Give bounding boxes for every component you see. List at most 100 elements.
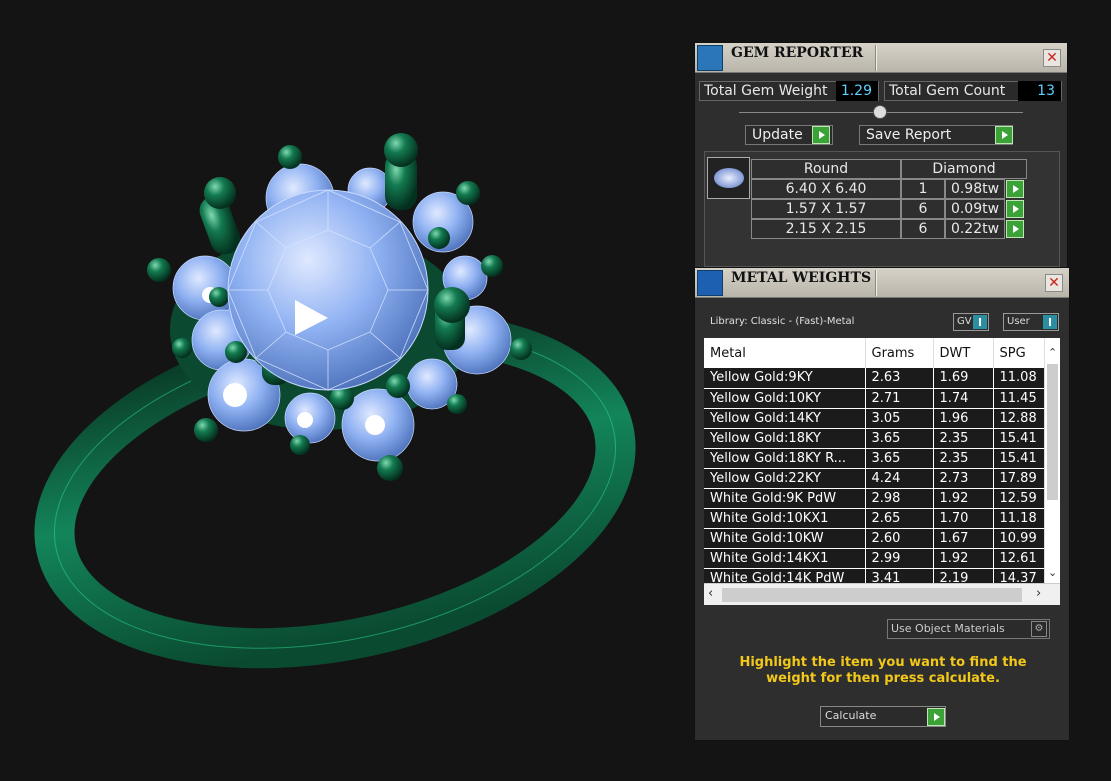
dwt-cell: 2.35 <box>933 428 994 449</box>
metal-cell: Yellow Gold:10KY <box>704 388 866 409</box>
metal-weights-icon <box>697 270 723 296</box>
toggle-icon <box>1043 315 1057 329</box>
gear-icon: ⚙ <box>1031 621 1047 637</box>
column-header[interactable]: DWT <box>933 338 994 368</box>
metal-weights-panel: METAL WEIGHTS ✕ Library: Classic - (Fast… <box>694 267 1070 741</box>
table-row[interactable]: Yellow Gold:14KY 3.05 1.96 12.88 <box>704 408 1053 429</box>
library-label: Library: Classic - (Fast)-Metal <box>710 316 855 327</box>
gem-reporter-titlebar[interactable]: GEM REPORTER ✕ <box>695 43 1067 73</box>
save-report-button[interactable]: Save Report <box>859 125 1013 145</box>
instruction-text: Highlight the item you want to find the … <box>739 655 1027 686</box>
grams-cell: 3.65 <box>865 448 934 469</box>
play-icon[interactable] <box>1006 200 1024 218</box>
table-row[interactable]: Yellow Gold:9KY 2.63 1.69 11.08 <box>704 368 1053 389</box>
gv-toggle[interactable]: GV <box>953 313 989 331</box>
table-header-row: Metal Grams DWT SPG <box>704 338 1053 368</box>
close-icon[interactable]: ✕ <box>1045 274 1063 292</box>
gem-material-header: Diamond <box>901 159 1027 179</box>
close-icon[interactable]: ✕ <box>1043 49 1061 67</box>
grams-cell: 4.24 <box>865 468 934 489</box>
dwt-cell: 1.67 <box>933 528 994 549</box>
gem-reporter-panel: GEM REPORTER ✕ Total Gem Weight 1.29 Tot… <box>694 42 1068 272</box>
gem-weight: 0.98tw <box>945 179 1005 199</box>
title-separator <box>875 270 877 296</box>
metal-cell: Yellow Gold:18KY R... <box>704 448 866 469</box>
user-toggle[interactable]: User <box>1003 313 1059 331</box>
grams-cell: 2.60 <box>865 528 934 549</box>
calculate-label: Calculate <box>825 709 877 722</box>
table-row[interactable]: White Gold:10KW 2.60 1.67 10.99 <box>704 528 1053 549</box>
vertical-scrollbar[interactable]: ⌃ ⌄ <box>1044 338 1060 589</box>
user-label: User <box>1007 316 1030 327</box>
grams-cell: 2.65 <box>865 508 934 529</box>
scroll-down-icon[interactable]: ⌄ <box>1048 566 1057 579</box>
play-icon[interactable] <box>995 126 1013 144</box>
collapse-toggle-icon[interactable] <box>873 105 887 119</box>
dwt-cell: 1.92 <box>933 488 994 509</box>
gem-reporter-icon <box>697 45 723 71</box>
scroll-thumb[interactable] <box>1047 364 1058 500</box>
horizontal-scrollbar[interactable]: ‹ › <box>704 583 1060 605</box>
grams-cell: 2.98 <box>865 488 934 509</box>
3d-viewport[interactable] <box>0 0 690 777</box>
gem-size[interactable]: 6.40 X 6.40 <box>751 179 901 199</box>
metal-cell: Yellow Gold:9KY <box>704 368 866 389</box>
table-row[interactable]: Yellow Gold:18KY 3.65 2.35 15.41 <box>704 428 1053 449</box>
grams-cell: 2.63 <box>865 368 934 389</box>
metal-cell: Yellow Gold:22KY <box>704 468 866 489</box>
scroll-up-icon[interactable]: ⌃ <box>1048 346 1057 359</box>
dwt-cell: 1.74 <box>933 388 994 409</box>
play-icon[interactable] <box>1006 180 1024 198</box>
gem-count: 1 <box>901 179 945 199</box>
table-row[interactable]: White Gold:10KX1 2.65 1.70 11.18 <box>704 508 1053 529</box>
metal-weights-title: METAL WEIGHTS <box>731 270 872 286</box>
total-gem-weight-value: 1.29 <box>836 81 878 101</box>
gem-size[interactable]: 2.15 X 2.15 <box>751 219 901 239</box>
total-gem-count-value: 13 <box>1018 81 1061 101</box>
metal-weights-titlebar[interactable]: METAL WEIGHTS ✕ <box>695 268 1069 298</box>
gv-label: GV <box>957 316 972 327</box>
dwt-cell: 2.73 <box>933 468 994 489</box>
dwt-cell: 2.35 <box>933 448 994 469</box>
table-row[interactable]: Yellow Gold:18KY R... 3.65 2.35 15.41 <box>704 448 1053 469</box>
title-separator <box>875 45 877 71</box>
metal-cell: Yellow Gold:14KY <box>704 408 866 429</box>
table-row[interactable]: White Gold:14KX1 2.99 1.92 12.61 <box>704 548 1053 569</box>
table-row[interactable]: Yellow Gold:22KY 4.24 2.73 17.89 <box>704 468 1053 489</box>
metal-cell: White Gold:9K PdW <box>704 488 866 509</box>
metal-cell: White Gold:14KX1 <box>704 548 866 569</box>
scroll-left-icon[interactable]: ‹ <box>708 586 713 601</box>
column-header[interactable]: Metal <box>704 338 866 368</box>
gem-weight: 0.09tw <box>945 199 1005 219</box>
column-header[interactable]: Grams <box>865 338 934 368</box>
play-icon[interactable] <box>812 126 830 144</box>
dwt-cell: 1.92 <box>933 548 994 569</box>
use-object-materials-label: Use Object Materials <box>891 622 1005 635</box>
metal-cell: White Gold:10KW <box>704 528 866 549</box>
table-row[interactable]: Yellow Gold:10KY 2.71 1.74 11.45 <box>704 388 1053 409</box>
metal-cell: Yellow Gold:18KY <box>704 428 866 449</box>
ring-render <box>34 133 636 669</box>
gem-count: 6 <box>901 199 945 219</box>
grams-cell: 2.71 <box>865 388 934 409</box>
gem-thumbnail-icon[interactable] <box>707 157 750 199</box>
table-row[interactable]: White Gold:9K PdW 2.98 1.92 12.59 <box>704 488 1053 509</box>
use-object-materials-dropdown[interactable]: Use Object Materials ⚙ <box>887 619 1050 639</box>
play-icon <box>927 708 945 726</box>
scroll-thumb[interactable] <box>722 588 1022 602</box>
gem-weight: 0.22tw <box>945 219 1005 239</box>
play-icon[interactable] <box>1006 220 1024 238</box>
metal-table[interactable]: Metal Grams DWT SPG Yellow Gold:9KY 2.63 1… <box>704 338 1053 589</box>
scroll-right-icon[interactable]: › <box>1036 586 1041 601</box>
metal-cell: White Gold:10KX1 <box>704 508 866 529</box>
gem-reporter-title: GEM REPORTER <box>731 45 864 61</box>
gem-size[interactable]: 1.57 X 1.57 <box>751 199 901 219</box>
gem-shape-header: Round <box>751 159 901 179</box>
toggle-icon <box>973 315 987 329</box>
grams-cell: 3.65 <box>865 428 934 449</box>
gem-count: 6 <box>901 219 945 239</box>
dwt-cell: 1.96 <box>933 408 994 429</box>
calculate-button[interactable]: Calculate <box>820 706 946 727</box>
dwt-cell: 1.69 <box>933 368 994 389</box>
dwt-cell: 1.70 <box>933 508 994 529</box>
